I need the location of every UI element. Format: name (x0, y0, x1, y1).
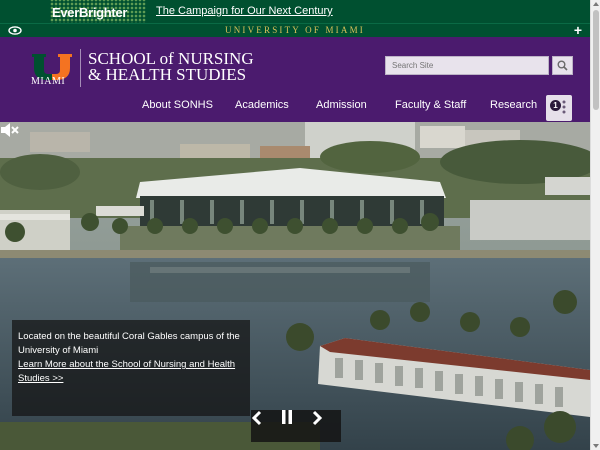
main-nav: About SONHS Academics Admission Faculty … (0, 95, 590, 121)
miami-wordmark: MIAMI (31, 76, 66, 87)
search-button[interactable] (552, 56, 573, 75)
scroll-up-icon[interactable] (593, 2, 599, 6)
pause-slide-button[interactable] (281, 410, 311, 442)
site-header: MIAMI SCHOOL of NURSING & HEALTH STUDIES… (0, 37, 590, 122)
university-title: UNIVERSITY OF MIAMI (225, 25, 365, 35)
school-name-line2: & HEALTH STUDIES (88, 65, 247, 84)
speaker-muted-icon[interactable] (0, 122, 20, 138)
plus-icon[interactable]: + (574, 23, 582, 37)
nav-item-academics[interactable]: Academics (235, 99, 289, 111)
search-icon (557, 60, 568, 71)
nav-more-button[interactable]: 1 (546, 95, 572, 121)
previous-slide-button[interactable] (251, 410, 281, 442)
nav-item-admission[interactable]: Admission (316, 99, 367, 111)
hero-banner: Located on the beautiful Coral Gables ca… (0, 122, 590, 450)
university-bar: UNIVERSITY OF MIAMI + (0, 23, 590, 37)
more-vertical-icon (562, 100, 566, 114)
previous-icon (251, 410, 262, 426)
hero-caption-text: Located on the beautiful Coral Gables ca… (18, 331, 240, 356)
hero-caption: Located on the beautiful Coral Gables ca… (12, 320, 250, 416)
scroll-thumb[interactable] (593, 10, 599, 110)
nav-item-about[interactable]: About SONHS (142, 99, 213, 111)
next-icon (312, 410, 323, 426)
campaign-bar: EverBrighter The Campaign for Our Next C… (0, 0, 590, 24)
everbrighter-logo-text: EverBrighter (52, 4, 128, 20)
campaign-link[interactable]: The Campaign for Our Next Century (156, 5, 333, 17)
hero-caption-link[interactable]: Learn More about the School of Nursing a… (18, 358, 244, 386)
pause-icon (282, 410, 292, 424)
scroll-down-icon[interactable] (593, 444, 599, 448)
page-scrollbar[interactable] (590, 0, 600, 450)
nav-item-research[interactable]: Research (490, 99, 537, 111)
next-slide-button[interactable] (311, 410, 341, 442)
school-name[interactable]: SCHOOL of NURSING & HEALTH STUDIES (88, 50, 254, 84)
search-input[interactable] (385, 56, 549, 75)
slideshow-controls (251, 410, 341, 442)
everbrighter-logo[interactable]: EverBrighter (52, 3, 127, 21)
nav-item-faculty-staff[interactable]: Faculty & Staff (395, 99, 466, 111)
logo-divider (80, 49, 81, 87)
notification-badge: 1 (550, 100, 561, 111)
